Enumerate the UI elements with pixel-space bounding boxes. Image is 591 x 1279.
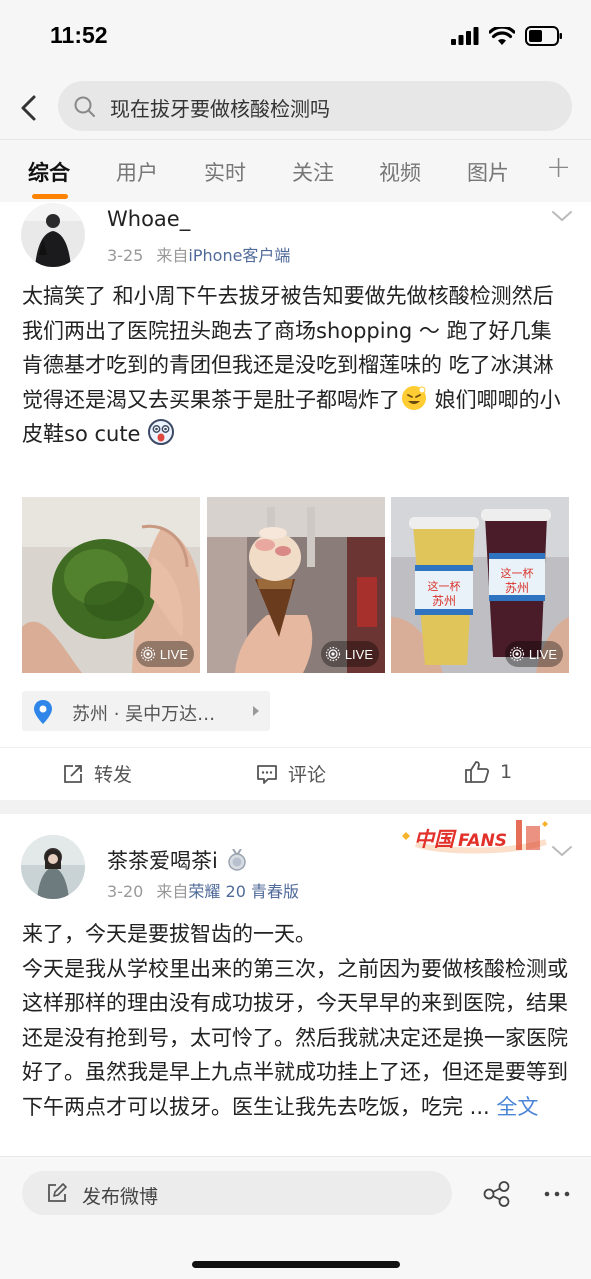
compose-button[interactable]: 发布微博	[22, 1171, 452, 1215]
location-label: 苏州 · 吴中万达…	[72, 704, 216, 725]
location-pin-icon	[34, 700, 52, 724]
live-badge: LIVE	[320, 641, 379, 667]
live-photo-icon	[140, 646, 155, 662]
post-meta: 3-20 来自荣耀 20 青春版	[107, 878, 299, 902]
status-bar: 11:52	[0, 0, 591, 76]
comment-button[interactable]: 评论	[256, 760, 326, 787]
badge-prefix: 中国	[414, 827, 457, 851]
signal-icon	[451, 27, 479, 45]
avatar[interactable]	[21, 203, 85, 267]
active-tab-indicator	[32, 194, 68, 199]
post-divider	[0, 800, 591, 814]
post-source[interactable]: 荣耀 20 青春版	[188, 882, 299, 901]
live-badge-label: LIVE	[344, 646, 373, 662]
bottom-bar: 发布微博	[0, 1156, 591, 1279]
back-arrow-icon	[21, 95, 36, 121]
laughing-emoji-icon	[400, 384, 428, 412]
china-fans-badge: 中国 FANS	[396, 814, 550, 860]
avatar[interactable]	[21, 835, 85, 899]
username[interactable]: Whoae_	[107, 207, 190, 231]
post-photo-ice-cream[interactable]: LIVE	[207, 497, 385, 673]
status-time: 11:52	[50, 22, 108, 48]
post-actions: 转发 评论 1	[0, 747, 591, 801]
chevron-down-icon[interactable]	[551, 844, 573, 858]
more-options-icon[interactable]	[544, 1191, 570, 1197]
cup-label-line2: 苏州	[505, 581, 529, 595]
repost-label: 转发	[94, 764, 133, 786]
live-badge: LIVE	[504, 641, 563, 667]
post-photo-qingtuan[interactable]: LIVE	[22, 497, 200, 673]
username-text: 茶茶爱喝茶i	[107, 849, 218, 873]
expand-full-text-link[interactable]: 全文	[496, 1095, 538, 1119]
chevron-down-icon[interactable]	[551, 209, 573, 223]
compose-icon	[48, 1183, 67, 1202]
chevron-right-icon	[253, 706, 259, 716]
post-text: 来了，今天是要拔智齿的一天。 今天是我从学校里出来的第三次，之前因为要做核酸检测…	[22, 917, 572, 1124]
compose-label: 发布微博	[82, 1186, 159, 1208]
tab-images[interactable]: 图片	[467, 157, 509, 187]
post-from-label: 来自	[156, 246, 189, 265]
like-count: 1	[500, 761, 513, 783]
badge-text: FANS	[458, 831, 507, 851]
post-card: 茶茶爱喝茶i 3-20 来自荣耀 20 青春版 中国 FANS 来了，今天是要拔…	[0, 814, 591, 1156]
shocked-emoji-icon	[147, 418, 175, 446]
post-from-label: 来自	[156, 882, 189, 901]
post-date: 3-25	[107, 246, 144, 265]
cup-label-line2: 苏州	[432, 594, 456, 608]
cup-label-line1: 这一杯	[501, 566, 534, 580]
search-input[interactable]: 现在拔牙要做核酸检测吗	[58, 81, 572, 131]
live-badge: LIVE	[135, 641, 194, 667]
status-icons	[451, 26, 563, 46]
post-photo-fruit-tea[interactable]: 这一杯 苏州 这一杯 苏州 LIVE	[391, 497, 569, 673]
comment-label: 评论	[288, 764, 327, 786]
tab-video[interactable]: 视频	[379, 157, 421, 187]
repost-icon	[64, 764, 82, 783]
home-indicator[interactable]	[192, 1261, 400, 1268]
post-meta: 3-25 来自iPhone客户端	[107, 242, 290, 266]
post-date: 3-20	[107, 882, 144, 901]
share-icon[interactable]	[483, 1181, 511, 1207]
live-photo-icon	[325, 646, 340, 662]
tab-following[interactable]: 关注	[292, 157, 334, 187]
username[interactable]: 茶茶爱喝茶i	[107, 845, 246, 875]
add-tab-button[interactable]: +	[546, 150, 571, 185]
comment-icon	[257, 764, 277, 784]
battery-icon	[525, 26, 562, 46]
post-text-content: 来了，今天是要拔智齿的一天。 今天是我从学校里出来的第三次，之前因为要做核酸检测…	[22, 922, 568, 1119]
search-header: 现在拔牙要做核酸检测吗	[0, 76, 591, 140]
post-text: 太搞笑了 和小周下午去拔牙被告知要做先做核酸检测然后我们两出了医院扭头跑去了商场…	[22, 279, 572, 452]
live-badge-label: LIVE	[159, 646, 188, 662]
wifi-icon	[489, 26, 515, 45]
tab-realtime[interactable]: 实时	[204, 157, 246, 187]
location-tag[interactable]: 苏州 · 吴中万达…	[22, 691, 270, 731]
tab-comprehensive[interactable]: 综合	[28, 157, 70, 187]
search-icon	[73, 95, 97, 123]
back-button[interactable]	[14, 90, 46, 126]
repost-button[interactable]: 转发	[62, 760, 132, 787]
live-photo-icon	[509, 646, 524, 662]
live-badge-label: LIVE	[528, 646, 557, 662]
cup-label-line1: 这一杯	[428, 579, 461, 593]
search-query: 现在拔牙要做核酸检测吗	[110, 97, 330, 121]
like-button[interactable]: 1	[464, 760, 512, 784]
medal-icon	[227, 848, 246, 871]
post-source[interactable]: iPhone客户端	[188, 246, 290, 265]
tab-bar: 综合 用户 实时 关注 视频 图片 +	[0, 140, 591, 202]
tab-users[interactable]: 用户	[116, 157, 158, 187]
thumbs-up-icon	[465, 761, 490, 783]
